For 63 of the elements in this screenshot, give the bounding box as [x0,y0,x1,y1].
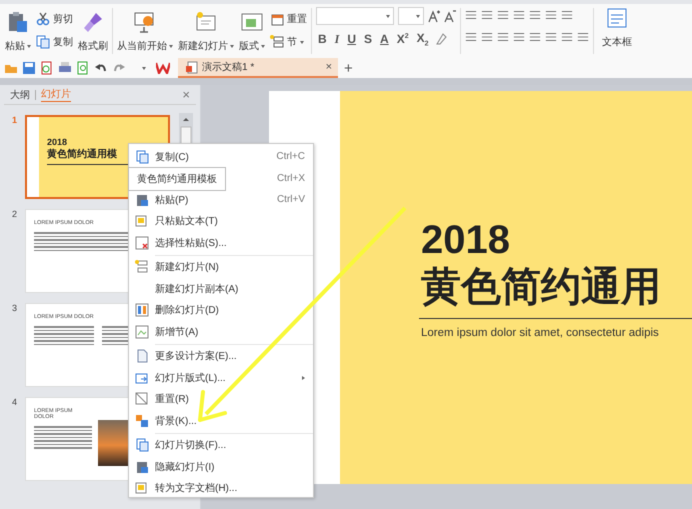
caret-icon[interactable] [169,44,173,48]
caret-icon[interactable] [27,44,31,48]
new-slide-icon[interactable] [194,11,218,33]
slide-number: 1 [12,115,18,127]
clipboard-icon[interactable] [7,11,29,33]
slide-subtitle: Lorem ipsum dolor sit amet, consectetur adipis [421,327,660,339]
slide-title: 2018 [421,218,511,262]
new-tab-button[interactable]: + [344,60,353,76]
print-icon[interactable] [58,61,72,75]
format-button[interactable]: S [362,32,374,46]
decrease-font-icon[interactable] [444,9,456,23]
save-icon[interactable] [22,61,36,75]
panel-tab[interactable]: 大纲 [10,88,30,102]
increase-font-icon[interactable] [428,9,440,23]
cut-button[interactable]: 剪切 [53,12,73,26]
paste-button[interactable]: 粘贴 [5,39,25,53]
thumbnail-title: 2018 [47,137,68,147]
layout-button[interactable]: 版式 [239,39,259,53]
clear-format-icon[interactable] [434,32,447,46]
format-button[interactable]: X$^{2}$ [394,32,411,46]
section-button[interactable]: 节 [287,35,297,49]
caret-icon[interactable] [230,44,234,48]
reset-button[interactable]: 重置 [287,12,307,26]
text-lines-drawing [34,326,94,345]
new-slide-button[interactable]: 新建幻灯片 [178,39,228,53]
caret-icon[interactable] [386,14,390,18]
slide-title: 黄色简约通用 [421,264,662,311]
format-button[interactable]: I [332,32,342,47]
brush-icon[interactable] [82,11,104,33]
shortcut-label: Ctrl+X [276,172,305,184]
reset-icon[interactable] [270,12,284,26]
text-box-button[interactable]: 文本框 [602,35,632,49]
close-tab-button[interactable]: × [326,61,332,73]
thumbnail-title: 黄色简约通用模 [47,148,118,161]
format-painter-button[interactable]: 格式刷 [78,39,108,53]
logo-icon[interactable] [156,62,170,74]
layout-icon[interactable] [240,11,264,33]
slide-number: 4 [12,397,18,409]
text-lines-drawing [34,426,92,448]
format-button[interactable]: B [316,32,329,46]
slide-number: 2 [12,209,18,221]
font-size-field[interactable] [398,7,424,25]
caret-icon[interactable] [261,44,265,48]
caret-icon[interactable] [300,40,304,44]
caret-icon[interactable] [142,66,146,70]
play-from-current-button[interactable]: 从当前开始 [117,39,167,53]
caret-icon[interactable] [416,14,420,18]
copy-icon[interactable] [36,35,50,49]
format-button[interactable]: U [345,32,358,46]
text-box-icon[interactable] [606,7,628,29]
slide-number: 3 [12,303,18,315]
format-button[interactable]: A [378,32,391,46]
document-tab[interactable]: 演示文稿1 * × [178,58,338,78]
document-tab-title: 演示文稿1 * [202,60,256,74]
format-button[interactable]: X$_{2}$ [414,31,431,48]
close-button[interactable]: × [182,87,190,102]
scissors-icon[interactable] [36,12,50,26]
section-icon[interactable] [270,35,284,49]
submenu-arrow-icon [302,376,305,380]
tooltip: 黄色简约通用模板 [128,167,226,191]
document-icon [186,60,198,74]
font-name-field[interactable] [316,7,394,25]
copy-button[interactable]: 复制 [53,35,73,49]
